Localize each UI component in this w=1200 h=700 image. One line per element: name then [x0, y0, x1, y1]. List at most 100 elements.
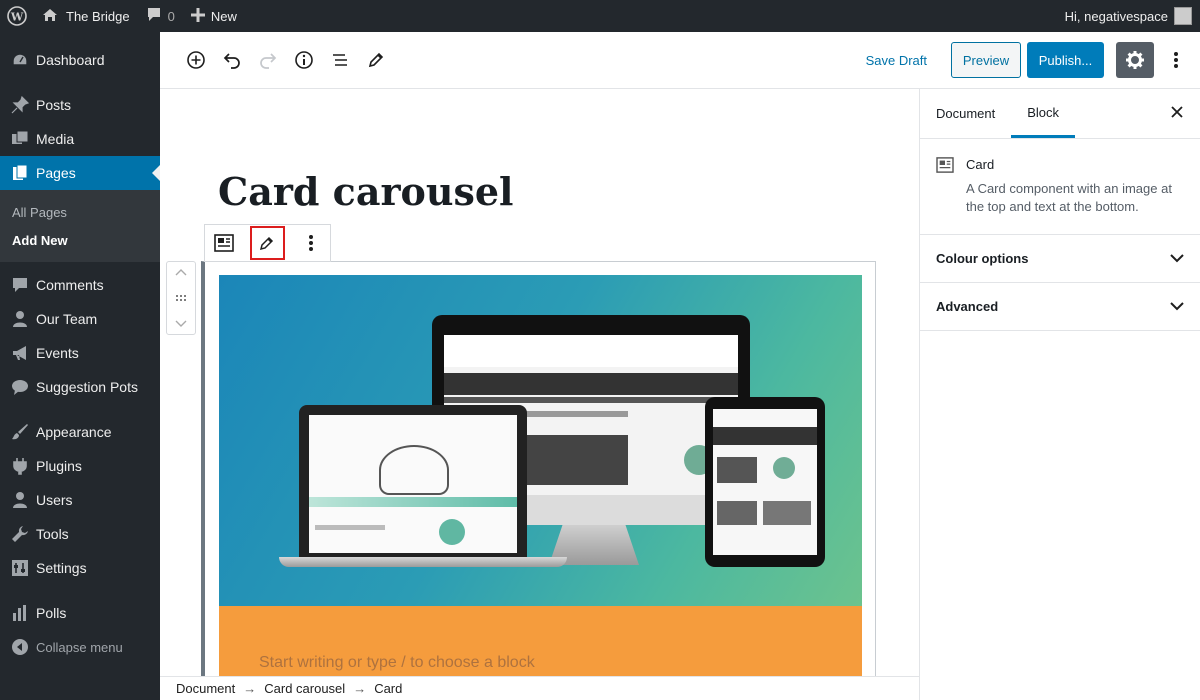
drag-handle-icon[interactable] — [175, 294, 187, 302]
sidebar-item-label: Events — [36, 345, 79, 361]
arrow-right-icon: → — [243, 681, 257, 696]
home-icon — [42, 8, 58, 25]
sidebar-item-pages[interactable]: Pages — [0, 156, 160, 190]
sidebar-item-suggestion-pots[interactable]: Suggestion Pots — [0, 370, 160, 404]
brush-icon — [10, 422, 30, 442]
block-breadcrumb: Document → Card carousel → Card — [160, 676, 919, 700]
close-icon — [1171, 106, 1183, 118]
content-info-button[interactable] — [286, 42, 322, 78]
block-placeholder[interactable]: Start writing or type / to choose a bloc… — [259, 654, 535, 672]
panel-title: Advanced — [936, 299, 999, 314]
block-type-button[interactable] — [205, 225, 244, 261]
sidebar-tabs: Document Block — [920, 89, 1200, 139]
site-name-link[interactable]: The Bridge — [34, 0, 138, 32]
add-block-button[interactable] — [178, 42, 214, 78]
sidebar-item-polls[interactable]: Polls — [0, 596, 160, 630]
wordpress-logo-icon[interactable]: W — [0, 0, 34, 32]
block-more-options-button[interactable] — [291, 225, 330, 261]
pages-icon — [10, 163, 30, 183]
submenu-all-pages[interactable]: All Pages — [0, 198, 160, 226]
editor-canvas: Card carousel Start writing or type / to… — [160, 89, 919, 676]
chevron-up-icon[interactable] — [175, 268, 187, 276]
site-name: The Bridge — [66, 8, 130, 24]
sidebar-item-appearance[interactable]: Appearance — [0, 415, 160, 449]
submenu-add-new[interactable]: Add New — [0, 226, 160, 254]
comments-link[interactable]: 0 — [138, 0, 183, 32]
collapse-label: Collapse menu — [36, 639, 123, 655]
post-title[interactable]: Card carousel — [218, 169, 513, 214]
info-icon — [295, 51, 313, 69]
breadcrumb-item[interactable]: Document — [176, 681, 235, 696]
tab-document[interactable]: Document — [920, 89, 1011, 138]
laptop-screen — [309, 415, 517, 553]
tab-block[interactable]: Block — [1011, 89, 1076, 138]
sidebar-item-label: Plugins — [36, 458, 82, 474]
breadcrumb-item[interactable]: Card carousel — [264, 681, 345, 696]
comment-icon — [10, 275, 30, 295]
pencil-icon — [260, 236, 274, 251]
sidebar-item-label: Dashboard — [36, 52, 105, 68]
sidebar-item-comments[interactable]: Comments — [0, 268, 160, 302]
more-menu-button[interactable] — [1158, 42, 1194, 78]
dashboard-icon — [10, 50, 30, 70]
breadcrumb-item[interactable]: Card — [374, 681, 402, 696]
undo-icon — [223, 53, 240, 69]
panel-colour-options[interactable]: Colour options — [920, 235, 1200, 283]
vertical-ellipsis-icon — [1174, 52, 1178, 68]
sidebar-item-label: Tools — [36, 526, 69, 542]
pencil-icon — [368, 52, 384, 68]
edit-block-button[interactable] — [249, 226, 286, 260]
plus-circle-icon — [187, 51, 205, 69]
sidebar-item-label: Media — [36, 131, 75, 147]
chevron-down-icon[interactable] — [175, 320, 187, 328]
save-draft-button[interactable]: Save Draft — [866, 53, 927, 68]
comment-icon — [10, 377, 30, 397]
sidebar-item-label: Comments — [36, 277, 104, 293]
wrench-icon — [10, 524, 30, 544]
sidebar-item-users[interactable]: Users — [0, 483, 160, 517]
settings-toggle-button[interactable] — [1116, 42, 1154, 78]
sidebar-item-label: Appearance — [36, 424, 112, 440]
redo-button[interactable] — [250, 42, 286, 78]
sidebar-item-events[interactable]: Events — [0, 336, 160, 370]
sidebar-item-settings[interactable]: Settings — [0, 551, 160, 585]
new-label: New — [210, 8, 237, 24]
card-text-area[interactable]: Start writing or type / to choose a bloc… — [219, 606, 862, 676]
card-block[interactable]: Start writing or type / to choose a bloc… — [201, 261, 876, 676]
card-block-icon — [214, 234, 235, 252]
publish-button[interactable]: Publish... — [1027, 42, 1104, 78]
close-sidebar-button[interactable] — [1170, 103, 1184, 124]
sidebar-item-our-team[interactable]: Our Team — [0, 302, 160, 336]
block-mover — [166, 261, 196, 335]
plugin-icon — [10, 456, 30, 476]
sidebar-item-media[interactable]: Media — [0, 122, 160, 156]
block-navigation-button[interactable] — [322, 42, 358, 78]
redo-icon — [260, 53, 277, 69]
settings-sidebar: Document Block Card A Card component wit… — [919, 89, 1200, 700]
new-content-link[interactable]: New — [183, 0, 245, 32]
edit-mode-button[interactable] — [358, 42, 394, 78]
settings-icon — [10, 558, 30, 578]
sidebar-item-tools[interactable]: Tools — [0, 517, 160, 551]
plus-icon — [190, 7, 205, 25]
user-icon — [10, 490, 30, 510]
sidebar-item-dashboard[interactable]: Dashboard — [0, 43, 160, 77]
gear-icon — [1126, 51, 1144, 69]
panel-title: Colour options — [936, 251, 1029, 266]
pages-submenu: All Pages Add New — [0, 190, 160, 262]
avatar — [1174, 7, 1192, 25]
panel-advanced[interactable]: Advanced — [920, 283, 1200, 331]
admin-bar: W The Bridge 0 New Hi, negativespace — [0, 0, 1200, 32]
undo-button[interactable] — [214, 42, 250, 78]
admin-sidebar: Dashboard Posts Media Pages All Pages Ad… — [0, 32, 160, 700]
sidebar-item-label: Settings — [36, 560, 87, 576]
sidebar-item-label: Suggestion Pots — [36, 379, 138, 395]
tablet-illustration — [705, 397, 825, 567]
collapse-menu-button[interactable]: Collapse menu — [0, 630, 160, 664]
account-menu[interactable]: Hi, negativespace — [1057, 0, 1200, 32]
sidebar-item-label: Polls — [36, 605, 67, 621]
greeting: Hi, negativespace — [1064, 8, 1168, 24]
preview-button[interactable]: Preview — [951, 42, 1021, 78]
sidebar-item-posts[interactable]: Posts — [0, 88, 160, 122]
sidebar-item-plugins[interactable]: Plugins — [0, 449, 160, 483]
